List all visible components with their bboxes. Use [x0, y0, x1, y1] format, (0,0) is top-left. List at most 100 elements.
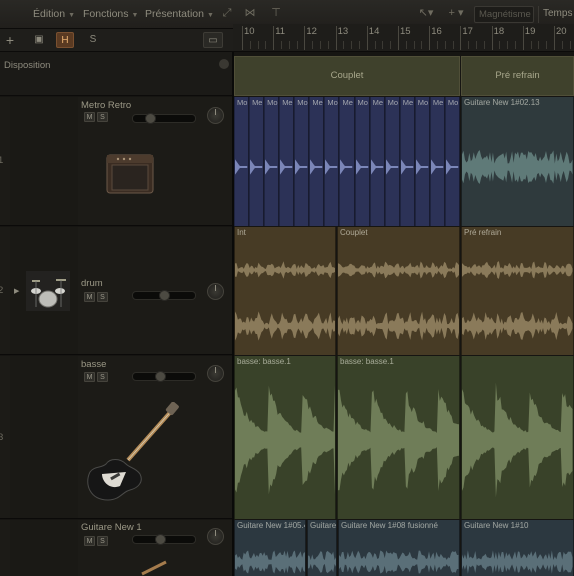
pan-knob[interactable] — [207, 107, 224, 124]
add-track-label: + — [5, 32, 15, 48]
metro-region[interactable]: Me — [309, 97, 325, 226]
volume-fader[interactable] — [132, 113, 196, 124]
drum-region[interactable]: Pré refrain — [461, 227, 574, 355]
guitar-region[interactable]: Guitare New 1#08 fusionné — [338, 520, 460, 576]
catch-playhead-icon[interactable]: ▭ — [203, 32, 223, 48]
disposition-options-icon[interactable] — [219, 59, 229, 69]
metro-region[interactable]: Me — [279, 97, 295, 226]
fader-knob[interactable] — [159, 290, 170, 301]
region-label: Mo — [237, 98, 248, 107]
volume-fader[interactable] — [132, 290, 196, 301]
metro-region[interactable]: Mo — [414, 97, 430, 226]
metro-region[interactable]: Mo — [354, 97, 370, 226]
drum-region[interactable]: Couplet — [337, 227, 460, 355]
metro-region[interactable]: Me — [399, 97, 415, 226]
metro-region[interactable]: Mo — [384, 97, 400, 226]
add-track-button[interactable]: + — [2, 32, 18, 48]
section-label: Pré refrain — [495, 70, 540, 81]
mute-button[interactable]: M — [84, 372, 95, 382]
volume-fader[interactable] — [132, 371, 196, 382]
drum-region[interactable]: Int — [234, 227, 336, 355]
solo-button[interactable]: S — [97, 372, 108, 382]
track-header-guitare[interactable]: Guitare New 1 M S — [0, 520, 233, 576]
mute-button[interactable]: M — [84, 536, 95, 546]
menu-edition[interactable]: Édition ▼ — [33, 8, 75, 20]
menu-label: Fonctions — [83, 8, 129, 20]
folder-icon[interactable]: ▣ — [30, 32, 48, 48]
mute-button[interactable]: M — [84, 292, 95, 302]
region-label: Pré refrain — [464, 228, 502, 237]
track-header-basse[interactable]: 3 basse M S — [0, 356, 233, 519]
bass-region[interactable]: basse: basse.1 — [234, 356, 336, 519]
metro-region[interactable]: Me — [339, 97, 355, 226]
ruler-subtick — [483, 41, 485, 49]
temps-select[interactable]: Temps — [538, 6, 574, 23]
global-tracks-button[interactable]: H — [56, 32, 74, 48]
track-header-metro-retro[interactable]: 1 Metro Retro M S — [0, 97, 233, 226]
ruler-subtick — [249, 41, 251, 49]
arrangement-marker-pre-refrain[interactable]: Pré refrain — [461, 56, 574, 96]
metro-region[interactable]: Mo — [444, 97, 460, 226]
track-name[interactable]: Metro Retro — [81, 100, 131, 111]
pan-knob[interactable] — [207, 283, 224, 300]
fader-knob[interactable] — [145, 113, 156, 124]
region-label: Guitare New 1#10 — [464, 521, 529, 530]
metro-region[interactable]: Mo — [324, 97, 340, 226]
menu-fonctions[interactable]: Fonctions ▼ — [83, 8, 138, 20]
flex-tool-icon[interactable]: ⋈ — [240, 6, 260, 21]
ruler-subtick — [538, 41, 540, 49]
solo-button[interactable]: S — [97, 112, 108, 122]
zoom-tool-icon[interactable]: ⤢ — [220, 6, 234, 21]
pointer-tool-icon[interactable]: ↖▾ — [416, 6, 436, 21]
chevron-down-icon: ▼ — [131, 12, 139, 19]
metro-region[interactable]: Mo — [294, 97, 310, 226]
pan-knob[interactable] — [207, 365, 224, 382]
bass-region[interactable] — [461, 356, 574, 519]
catch-tool-icon[interactable]: ⊤ — [268, 6, 284, 21]
pencil-tool-icon[interactable]: + ▾ — [444, 6, 468, 21]
waveform — [338, 261, 459, 279]
volume-fader[interactable] — [132, 534, 196, 545]
track-name[interactable]: Guitare New 1 — [81, 522, 142, 533]
waveform — [400, 159, 413, 175]
guitar-region[interactable]: Guitare New 1#05.4 — [234, 520, 306, 576]
ruler-tick — [554, 26, 555, 50]
solo-global-button[interactable]: S — [84, 32, 102, 48]
ruler-tick — [304, 26, 306, 50]
guitar-region[interactable]: Guitare New 1#10 — [461, 520, 574, 576]
track-icon-column — [10, 97, 78, 225]
pan-knob[interactable] — [207, 528, 224, 545]
disclosure-triangle-icon[interactable]: ▶ — [14, 287, 19, 295]
metro-region[interactable]: Me — [369, 97, 385, 226]
ruler-subtick — [561, 41, 563, 49]
menu-presentation[interactable]: Présentation ▼ — [145, 8, 214, 20]
waveform — [430, 159, 444, 175]
waveform — [415, 159, 429, 175]
guitar-region[interactable]: Guitare New 1#02.13 — [461, 97, 574, 226]
bass-guitar-icon — [87, 402, 179, 501]
fader-knob[interactable] — [155, 371, 166, 382]
ruler-subtick — [437, 41, 438, 49]
waveform — [340, 159, 353, 175]
metro-region[interactable]: Me — [249, 97, 265, 226]
waveform — [370, 159, 383, 175]
solo-button[interactable]: S — [97, 536, 108, 546]
temps-label: Temps — [543, 8, 573, 19]
bar-ruler[interactable]: 10 11 12 13 14 15 16 17 18 19 20 — [233, 24, 574, 52]
fader-knob[interactable] — [155, 534, 166, 545]
bass-region[interactable]: basse: basse.1 — [337, 356, 460, 519]
arrangement-marker-couplet[interactable]: Couplet — [234, 56, 460, 96]
track-name[interactable]: drum — [81, 278, 103, 289]
guitar-region[interactable]: Guitare — [307, 520, 337, 576]
metro-region[interactable]: Me — [429, 97, 445, 226]
metro-region[interactable]: Mo — [264, 97, 280, 226]
track-name[interactable]: basse — [81, 359, 106, 370]
track-header-drum[interactable]: 2 ▶ drum M S — [0, 227, 233, 355]
ruler-subtick — [530, 41, 532, 49]
magnetisme-select[interactable]: Magnétisme — [474, 6, 534, 23]
ruler-bar-number: 12 — [306, 26, 317, 37]
ruler-subtick — [546, 41, 548, 49]
solo-button[interactable]: S — [97, 292, 108, 302]
mute-button[interactable]: M — [84, 112, 95, 122]
metro-region[interactable]: Mo — [234, 97, 250, 226]
